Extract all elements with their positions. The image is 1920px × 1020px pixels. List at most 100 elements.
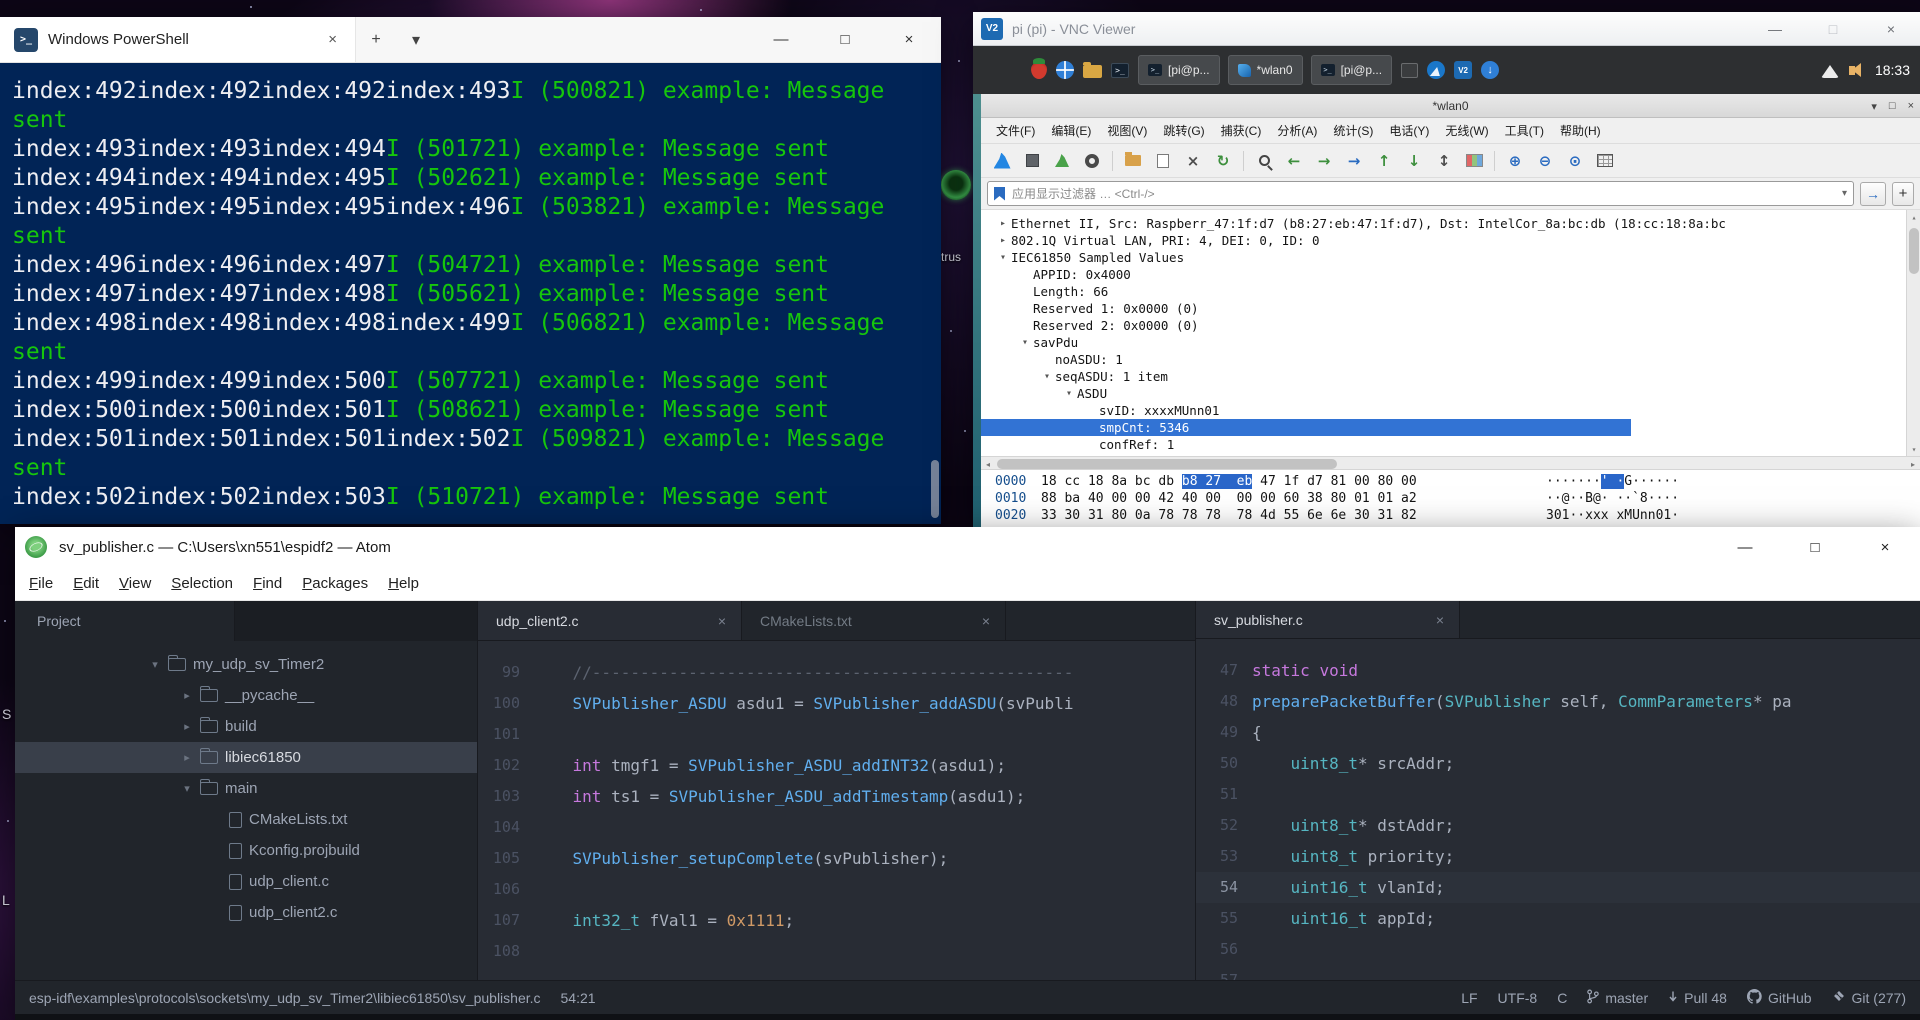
packet-tree-row[interactable]: APPID: 0x4000 xyxy=(981,266,1920,283)
packet-tree-row[interactable]: noASDU: 1 xyxy=(981,351,1920,368)
web-browser-icon[interactable] xyxy=(1056,61,1074,79)
file-manager-icon[interactable] xyxy=(1083,62,1102,78)
horizontal-scrollbar[interactable]: ◂ ▸ xyxy=(981,456,1920,470)
packet-tree-row[interactable]: svID: xxxxMUnn01 xyxy=(981,402,1920,419)
menu-item[interactable]: 无线(W) xyxy=(1438,119,1495,142)
status-item-pull-48[interactable]: Pull 48 xyxy=(1668,990,1727,1006)
open-file-icon[interactable] xyxy=(1120,149,1146,173)
scroll-left-icon[interactable]: ◂ xyxy=(981,457,995,471)
tree-item-__pycache__[interactable]: ▸__pycache__ xyxy=(15,680,477,711)
packet-tree-row[interactable]: ▾IEC61850 Sampled Values xyxy=(981,249,1920,266)
display-filter-input[interactable]: ▾ xyxy=(987,181,1854,206)
go-to-packet-icon[interactable]: → xyxy=(1341,149,1367,173)
maximize-button[interactable]: □ xyxy=(1780,527,1850,567)
collapse-icon[interactable]: ▾ xyxy=(1061,385,1077,402)
menu-raspberry-icon[interactable] xyxy=(1031,62,1047,79)
menu-item-packages[interactable]: Packages xyxy=(292,570,378,597)
packet-tree-row[interactable]: ▾savPdu xyxy=(981,334,1920,351)
go-top-icon[interactable]: ↑ xyxy=(1371,149,1397,173)
expand-icon[interactable]: ▸ xyxy=(995,232,1011,249)
shade-button[interactable]: ▾ xyxy=(1871,100,1877,113)
tree-item-cmakelists.txt[interactable]: CMakeLists.txt xyxy=(15,804,477,835)
expand-icon[interactable]: ▸ xyxy=(995,215,1011,232)
menu-item[interactable]: 分析(A) xyxy=(1270,119,1324,142)
taskbar-window-button[interactable]: *wlan0 xyxy=(1228,55,1303,85)
tab-close-icon[interactable]: × xyxy=(715,613,729,629)
hex-row[interactable]: 001088 ba 40 00 00 42 40 00 00 00 60 38 … xyxy=(995,490,1920,507)
code-editor[interactable]: 99 //-----------------------------------… xyxy=(478,641,1195,980)
menu-item[interactable]: 跳转(G) xyxy=(1156,119,1211,142)
maximize-button[interactable]: □ xyxy=(1804,12,1862,45)
chevron-down-icon[interactable]: ▾ xyxy=(181,782,193,795)
packet-tree-row[interactable]: ▸802.1Q Virtual LAN, PRI: 4, DEI: 0, ID:… xyxy=(981,232,1920,249)
hex-row[interactable]: 000018 cc 18 8a bc db b8 27 eb 47 1f d7 … xyxy=(995,473,1920,490)
volume-icon[interactable] xyxy=(1849,66,1863,75)
menu-item[interactable]: 帮助(H) xyxy=(1553,119,1608,142)
code-editor[interactable]: 47static void48preparePacketBuffer(SVPub… xyxy=(1196,639,1920,980)
close-file-icon[interactable]: × xyxy=(1180,149,1206,173)
collapse-icon[interactable]: ▾ xyxy=(1017,334,1033,351)
packet-bytes-pane[interactable]: 000018 cc 18 8a bc db b8 27 eb 47 1f d7 … xyxy=(981,470,1920,527)
scroll-down-icon[interactable]: ▾ xyxy=(1907,442,1920,456)
cursor-position[interactable]: 54:21 xyxy=(561,990,596,1006)
terminal-launcher-icon[interactable]: >_ xyxy=(1111,63,1129,78)
packet-tree-row[interactable]: Length: 66 xyxy=(981,283,1920,300)
tab-close-icon[interactable]: × xyxy=(979,613,993,629)
tree-item-libiec61850[interactable]: ▸libiec61850 xyxy=(15,742,477,773)
menu-item-edit[interactable]: Edit xyxy=(63,570,109,597)
close-button[interactable]: × xyxy=(1850,527,1920,567)
packet-tree-row[interactable]: confRef: 1 xyxy=(981,436,1920,453)
maximize-button[interactable]: □ xyxy=(1889,100,1896,112)
status-item-git-277-[interactable]: Git (277) xyxy=(1832,989,1906,1006)
close-button[interactable]: × xyxy=(877,17,941,62)
filter-apply-button[interactable]: → xyxy=(1860,182,1886,206)
menu-item-find[interactable]: Find xyxy=(243,570,292,597)
vnc-titlebar[interactable]: V2 pi (pi) - VNC Viewer — □ × xyxy=(973,12,1920,46)
resize-columns-icon[interactable] xyxy=(1592,149,1618,173)
hex-row[interactable]: 002033 30 31 80 0a 78 78 78 78 4d 55 6e … xyxy=(995,507,1920,524)
scrollbar-thumb[interactable] xyxy=(1909,228,1919,274)
stop-capture-icon[interactable] xyxy=(1019,149,1045,173)
go-bottom-icon[interactable]: ↓ xyxy=(1401,149,1427,173)
go-back-icon[interactable]: ← xyxy=(1281,149,1307,173)
powershell-tab[interactable]: >_ Windows PowerShell × xyxy=(0,17,356,62)
collapse-icon[interactable]: ▾ xyxy=(1039,368,1055,385)
find-packet-icon[interactable] xyxy=(1251,149,1277,173)
status-item-master[interactable]: master xyxy=(1587,989,1648,1007)
vnc-tray-icon[interactable]: V2 xyxy=(1454,61,1472,79)
packet-tree-row[interactable]: Reserved 2: 0x0000 (0) xyxy=(981,317,1920,334)
filter-bookmark-icon[interactable] xyxy=(994,187,1005,201)
menu-item-selection[interactable]: Selection xyxy=(161,570,243,597)
tree-item-build[interactable]: ▸build xyxy=(15,711,477,742)
tree-item-udp_client.c[interactable]: udp_client.c xyxy=(15,866,477,897)
close-button[interactable]: × xyxy=(1908,100,1914,112)
wifi-icon[interactable] xyxy=(1821,63,1839,78)
tree-item-udp_client2.c[interactable]: udp_client2.c xyxy=(15,897,477,928)
scroll-right-icon[interactable]: ▸ xyxy=(1906,457,1920,471)
taskbar-window-button[interactable]: >_[pi@p... xyxy=(1138,55,1220,85)
menu-item-file[interactable]: File xyxy=(19,570,63,597)
colorize-icon[interactable] xyxy=(1461,149,1487,173)
scrollbar-thumb[interactable] xyxy=(997,459,1337,469)
atom-titlebar[interactable]: sv_publisher.c — C:\Users\xn551\espidf2 … xyxy=(15,527,1920,567)
chevron-right-icon[interactable]: ▸ xyxy=(181,751,193,764)
menu-item[interactable]: 电话(Y) xyxy=(1382,119,1436,142)
chevron-right-icon[interactable]: ▸ xyxy=(181,689,193,702)
tab-close-icon[interactable]: × xyxy=(1433,612,1447,628)
chevron-right-icon[interactable]: ▸ xyxy=(181,720,193,733)
wireshark-titlebar[interactable]: *wlan0 ▾ □ × xyxy=(981,94,1920,118)
terminal-scrollbar[interactable] xyxy=(931,460,939,518)
menu-item[interactable]: 捕获(C) xyxy=(1214,119,1269,142)
menu-item[interactable]: 文件(F) xyxy=(989,119,1042,142)
packet-tree-row[interactable]: ▾seqASDU: 1 item xyxy=(981,368,1920,385)
minimize-button[interactable]: — xyxy=(749,17,813,62)
menu-item-help[interactable]: Help xyxy=(378,570,429,597)
restart-capture-icon[interactable] xyxy=(1049,149,1075,173)
tab-cmakelists.txt[interactable]: CMakeLists.txt× xyxy=(742,601,1006,640)
chevron-down-icon[interactable]: ▾ xyxy=(149,658,161,671)
input-method-icon[interactable] xyxy=(1401,63,1418,78)
clock[interactable]: 18:33 xyxy=(1875,62,1910,78)
zoom-in-icon[interactable]: ⊕ xyxy=(1502,149,1528,173)
status-item-lf[interactable]: LF xyxy=(1461,990,1477,1006)
zoom-out-icon[interactable]: ⊖ xyxy=(1532,149,1558,173)
